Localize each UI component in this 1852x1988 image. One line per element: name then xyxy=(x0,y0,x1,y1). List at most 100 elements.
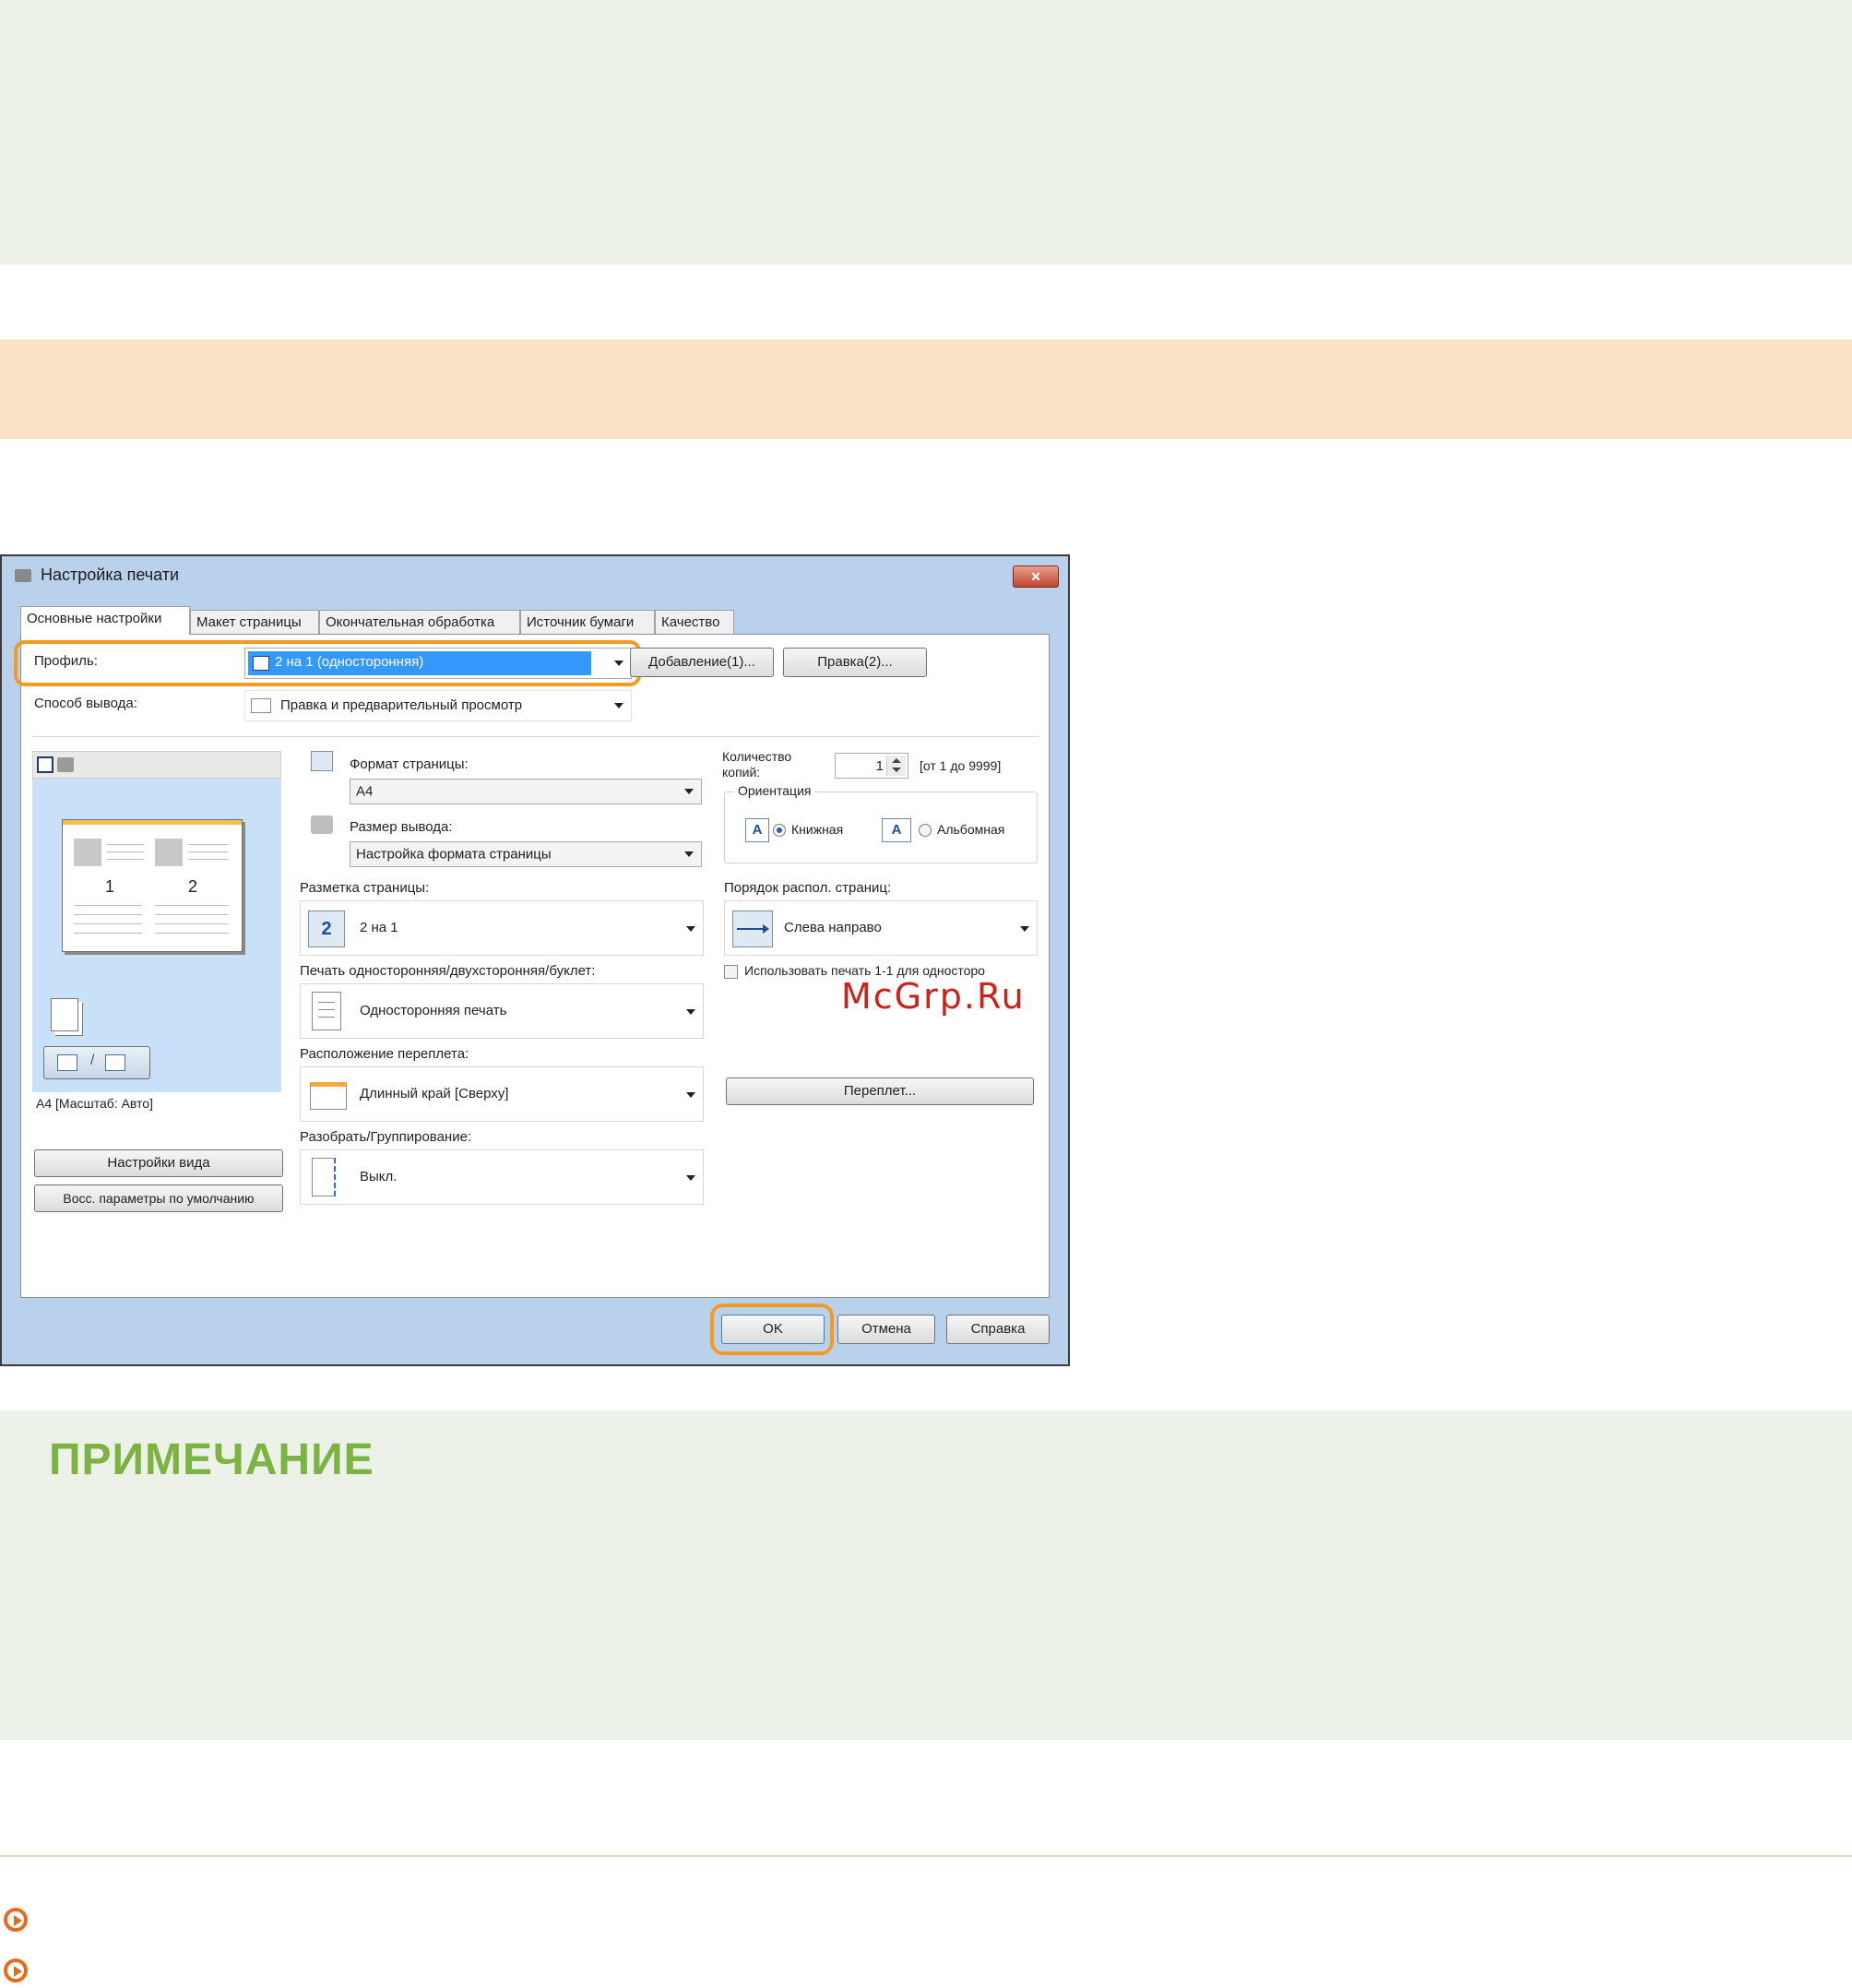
copies-input[interactable]: 1 xyxy=(835,753,908,779)
ok-button[interactable]: OK xyxy=(721,1315,825,1344)
tab-quality[interactable]: Качество xyxy=(655,610,734,634)
preview-mode-button[interactable]: / xyxy=(43,1046,150,1079)
chevron-down-icon xyxy=(1020,926,1029,932)
portrait-label: Книжная xyxy=(791,822,844,837)
orientation-label: Ориентация xyxy=(734,783,815,798)
print-style-value: Односторонняя печать xyxy=(360,1003,507,1018)
dialog-title: Настройка печати xyxy=(41,565,180,584)
one-sided-icon xyxy=(312,992,341,1030)
watermark: McGrp.Ru xyxy=(841,976,1026,1017)
output-method-label: Способ вывода: xyxy=(34,696,137,711)
output-size-select[interactable]: Настройка формата страницы xyxy=(350,841,702,867)
page-view-icon[interactable] xyxy=(37,756,53,773)
profile-edit-button[interactable]: Правка(2)... xyxy=(783,648,927,677)
printer-view-icon[interactable] xyxy=(57,757,74,772)
print-settings-dialog: Настройка печати ✕ Основные настройки Ма… xyxy=(0,554,1070,1366)
chevron-down-icon xyxy=(614,703,623,708)
print-style-label: Печать односторонняя/двухсторонняя/букле… xyxy=(300,963,596,979)
collate-label: Разобрать/Группирование: xyxy=(300,1129,472,1145)
top-info-band xyxy=(0,0,1852,265)
orientation-group: Ориентация A Книжная A Альбомная xyxy=(724,783,1038,863)
landscape-radio[interactable] xyxy=(919,824,932,837)
preview-toolbar xyxy=(32,751,281,779)
output-preview-icon xyxy=(251,698,271,713)
profile-value: 2 на 1 (односторонняя) xyxy=(275,654,424,670)
copies-range: [от 1 до 9999] xyxy=(920,758,1002,773)
profile-add-button[interactable]: Добавление(1)... xyxy=(630,648,774,677)
output-size-label: Размер вывода: xyxy=(350,819,453,835)
copies-value: 1 xyxy=(875,758,884,774)
tab-panel-basic-settings: Профиль: 2 на 1 (односторонняя) Добавлен… xyxy=(14,634,1050,1298)
tab-finishing[interactable]: Окончательная обработка xyxy=(319,610,520,634)
page-size-select[interactable]: A4 xyxy=(350,779,702,804)
close-button[interactable]: ✕ xyxy=(1013,565,1059,588)
copies-spinner[interactable] xyxy=(886,756,906,776)
page-number-2: 2 xyxy=(188,877,198,896)
divider xyxy=(32,736,1039,737)
binding-location-label: Расположение переплета: xyxy=(300,1046,469,1062)
image-placeholder-icon xyxy=(74,839,101,866)
page-preview: 1 2 xyxy=(62,819,243,952)
page-icon xyxy=(105,1054,125,1071)
tab-page-layout[interactable]: Макет страницы xyxy=(190,610,319,634)
note-title: ПРИМЕЧАНИЕ xyxy=(49,1435,374,1484)
tab-basic-settings[interactable]: Основные настройки xyxy=(20,606,190,635)
profile-select[interactable]: 2 на 1 (односторонняя) xyxy=(244,648,632,679)
preview-area: 1 2 / xyxy=(32,779,281,1092)
chevron-down-icon xyxy=(684,851,694,857)
document-icon xyxy=(57,1054,77,1071)
preview-caption: A4 [Масштаб: Авто] xyxy=(36,1096,153,1111)
profile-label: Профиль: xyxy=(34,653,98,669)
page-layout-label: Разметка страницы: xyxy=(300,880,430,896)
output-method-value: Правка и предварительный просмотр xyxy=(280,697,523,713)
cancel-button[interactable]: Отмена xyxy=(837,1315,935,1344)
page-order-label: Порядок распол. страниц: xyxy=(724,880,892,896)
page-layout-2up-icon: 2 xyxy=(308,911,345,947)
link-arrow-icon[interactable] xyxy=(4,1908,28,1932)
portrait-icon: A xyxy=(745,818,769,842)
gutter-button[interactable]: Переплет... xyxy=(726,1077,1034,1105)
link-arrow-icon[interactable] xyxy=(4,1958,28,1982)
collate-select[interactable]: Выкл. xyxy=(300,1149,704,1205)
step-header-band xyxy=(0,339,1852,439)
collate-off-icon xyxy=(312,1158,336,1196)
binding-location-select[interactable]: Длинный край [Сверху] xyxy=(300,1066,704,1122)
image-placeholder-icon xyxy=(155,839,183,866)
left-to-right-icon xyxy=(732,911,773,947)
view-settings-button[interactable]: Настройки вида xyxy=(34,1149,283,1177)
page-layout-value: 2 на 1 xyxy=(360,920,398,935)
page-order-select[interactable]: Слева направо xyxy=(724,900,1038,956)
page-size-value: A4 xyxy=(356,783,374,800)
portrait-radio[interactable] xyxy=(773,824,786,837)
collate-value: Выкл. xyxy=(360,1169,398,1184)
profile-2in1-icon xyxy=(253,656,269,671)
page-size-icon xyxy=(311,751,333,771)
printer-icon xyxy=(311,815,333,834)
page-number-1: 1 xyxy=(105,877,115,896)
help-button[interactable]: Справка xyxy=(946,1315,1050,1344)
print-style-select[interactable]: Односторонняя печать xyxy=(300,983,704,1039)
chevron-down-icon xyxy=(686,1175,695,1181)
printer-icon xyxy=(15,569,31,582)
chevron-down-icon xyxy=(686,1009,695,1015)
chevron-down-icon xyxy=(684,789,694,794)
chevron-down-icon xyxy=(614,661,623,666)
output-method-select[interactable]: Правка и предварительный просмотр xyxy=(244,690,632,721)
footer-divider xyxy=(0,1855,1852,1857)
page-order-value: Слева направо xyxy=(784,920,882,935)
restore-defaults-button[interactable]: Восс. параметры по умолчанию xyxy=(34,1184,283,1212)
binding-location-value: Длинный край [Сверху] xyxy=(360,1086,509,1101)
binding-top-icon xyxy=(310,1082,347,1110)
use-1to1-checkbox[interactable] xyxy=(724,965,738,979)
chevron-down-icon xyxy=(892,768,901,772)
landscape-label: Альбомная xyxy=(937,822,1005,837)
page-size-label: Формат страницы: xyxy=(350,756,469,772)
chevron-down-icon xyxy=(686,926,695,932)
chevron-up-icon xyxy=(892,758,901,763)
copies-stack-icon xyxy=(51,998,78,1031)
chevron-down-icon xyxy=(686,1092,695,1098)
landscape-icon: A xyxy=(882,818,911,842)
page-layout-select[interactable]: 2 2 на 1 xyxy=(300,900,704,956)
output-size-value: Настройка формата страницы xyxy=(356,846,552,863)
tab-paper-source[interactable]: Источник бумаги xyxy=(520,610,655,634)
